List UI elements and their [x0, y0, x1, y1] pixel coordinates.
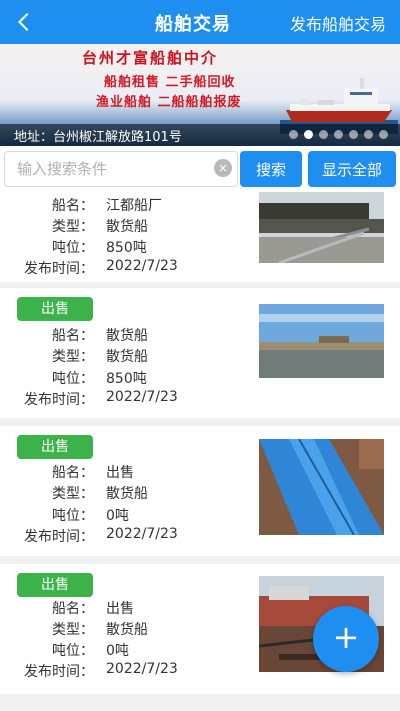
- ship-photo: [259, 439, 384, 535]
- type-label: 类型：: [52, 622, 94, 638]
- carousel-dot[interactable]: [379, 130, 388, 139]
- page-title: 船舶交易: [155, 14, 231, 35]
- tonnage-label: 吨位：: [52, 240, 94, 256]
- carousel-dot[interactable]: [319, 130, 328, 139]
- type-label: 类型：: [52, 219, 94, 235]
- carousel-indicator: [289, 130, 388, 139]
- ship-name: 江都船厂: [106, 198, 162, 214]
- ship-name: 出售: [106, 601, 134, 617]
- tonnage-label: 吨位：: [52, 643, 94, 659]
- ship-photo: [259, 304, 384, 378]
- publish-date: 2022/7/23: [106, 661, 178, 677]
- carousel-dot[interactable]: [334, 130, 343, 139]
- ship-photo: [259, 192, 384, 263]
- carousel-dot[interactable]: [349, 130, 358, 139]
- carousel-dot[interactable]: [364, 130, 373, 139]
- date-label: 发布时间：: [24, 261, 94, 277]
- listing-card[interactable]: 船名： 江都船厂 类型： 散货船 吨位： 850吨 发布时间： 2022/7/2…: [0, 192, 400, 282]
- status-badge: 出售: [17, 573, 93, 597]
- tonnage-label: 吨位：: [52, 508, 94, 524]
- ship-tonnage: 0吨: [106, 643, 129, 659]
- banner-title: 台州才富船舶中介: [81, 49, 218, 67]
- status-badge: 出售: [17, 297, 93, 321]
- banner-line-2: 渔业船舶 二船船舶报废: [96, 95, 242, 110]
- type-label: 类型：: [52, 349, 94, 365]
- search-button[interactable]: 搜索: [240, 151, 302, 187]
- status-badge: 出售: [17, 435, 93, 459]
- listing-card[interactable]: 出售 船名： 散货船 类型： 散货船 吨位： 850吨 发布时间： 2022/7…: [0, 288, 400, 418]
- ship-type: 散货船: [106, 349, 148, 365]
- publish-date: 2022/7/23: [106, 258, 178, 274]
- publish-date: 2022/7/23: [106, 526, 178, 542]
- address-bar: 地址：台州椒江解放路101号: [0, 124, 400, 146]
- name-label: 船名：: [52, 601, 94, 617]
- publish-ship-trade-button[interactable]: 发布船舶交易: [290, 11, 386, 35]
- top-bar: 船舶交易 发布船舶交易: [0, 0, 400, 44]
- ship-type: 散货船: [106, 219, 148, 235]
- ship-type: 散货船: [106, 622, 148, 638]
- carousel-dot[interactable]: [289, 130, 298, 139]
- name-label: 船名：: [52, 465, 94, 481]
- show-all-button[interactable]: 显示全部: [308, 151, 396, 187]
- ship-name: 散货船: [106, 328, 148, 344]
- name-label: 船名：: [52, 198, 94, 214]
- name-label: 船名：: [52, 328, 94, 344]
- type-label: 类型：: [52, 486, 94, 502]
- back-button[interactable]: [8, 6, 40, 38]
- date-label: 发布时间：: [24, 529, 94, 545]
- ship-type: 散货船: [106, 486, 148, 502]
- back-arrow-icon: [17, 13, 29, 31]
- ad-banner[interactable]: 台州才富船舶中介 船舶租售 二手船回收 渔业船舶 二船船舶报废 地址：台州椒江解…: [0, 44, 400, 146]
- publish-date: 2022/7/23: [106, 389, 178, 405]
- ship-tonnage: 850吨: [106, 240, 147, 256]
- ship-name: 出售: [106, 465, 134, 481]
- tonnage-label: 吨位：: [52, 371, 94, 387]
- add-listing-button[interactable]: +: [313, 606, 379, 672]
- clear-search-icon[interactable]: ×: [214, 159, 232, 177]
- date-label: 发布时间：: [24, 664, 94, 680]
- banner-line-1: 船舶租售 二手船回收: [104, 75, 236, 90]
- date-label: 发布时间：: [24, 392, 94, 408]
- listing-card[interactable]: 出售 船名： 出售 类型： 散货船 吨位： 0吨 发布时间： 2022/7/23: [0, 426, 400, 556]
- ship-tonnage: 0吨: [106, 508, 129, 524]
- address-text: 地址：台州椒江解放路101号: [14, 130, 182, 145]
- carousel-dot[interactable]: [304, 130, 313, 139]
- ship-tonnage: 850吨: [106, 371, 147, 387]
- search-input[interactable]: [4, 151, 238, 187]
